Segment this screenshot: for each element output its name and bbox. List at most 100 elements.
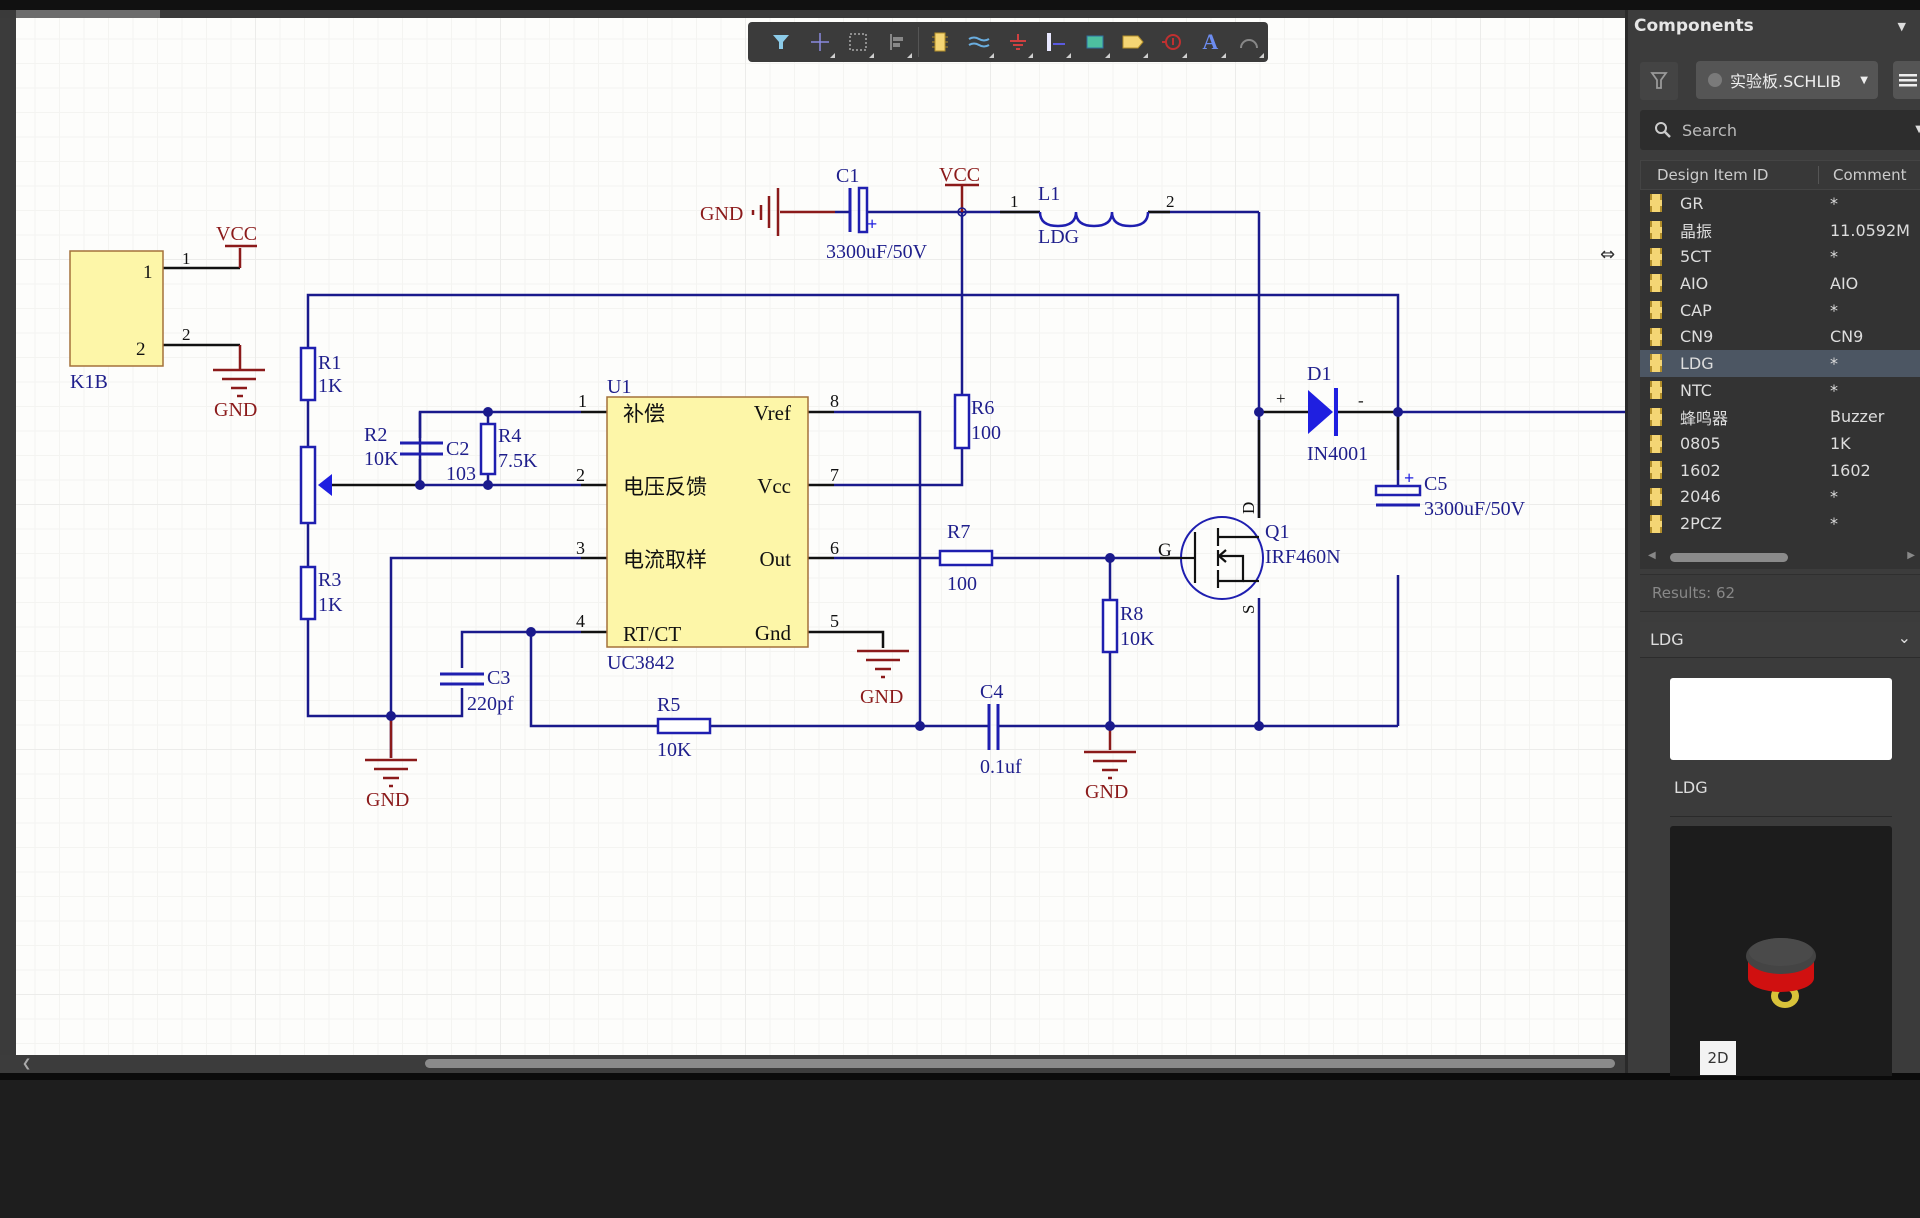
pot-body [299, 445, 317, 525]
toggle-2d-button[interactable]: 2D [1700, 1041, 1736, 1075]
component-symbol-icon [1650, 221, 1662, 240]
component-search-input[interactable]: Search ▼ [1640, 110, 1920, 150]
component-list-item[interactable]: 晶振 11.0592M [1640, 217, 1920, 244]
no-erc-button[interactable] [1152, 22, 1191, 62]
double-chevron-down-icon[interactable]: ⌄ [1898, 628, 1911, 647]
scroll-left-icon[interactable]: ◀ [1648, 550, 1656, 561]
r8-ref: R8 [1120, 603, 1143, 625]
symbol-preview [1670, 678, 1892, 760]
gnd-label: GND [700, 203, 743, 225]
move-tool-button[interactable] [801, 22, 840, 62]
design-item-id: CAP [1680, 300, 1712, 320]
component-symbol-icon [1650, 434, 1662, 453]
k1b-pin2-num: 2 [136, 339, 146, 360]
arc-icon [1239, 39, 1258, 49]
u1-pin4-num: 4 [576, 611, 585, 631]
junction-dots [386, 407, 1403, 731]
component-list-item[interactable]: CAP * [1640, 297, 1920, 324]
c3-ref: C3 [487, 667, 510, 689]
u1-pin1-name: 补偿 [623, 402, 665, 426]
column-header-comment[interactable]: Comment [1819, 166, 1907, 184]
horizontal-scrollbar[interactable]: ❮ [0, 1055, 1625, 1073]
scroll-left-icon[interactable]: ❮ [22, 1057, 31, 1070]
select-tool-button[interactable] [839, 22, 878, 62]
u1-pin6-num: 6 [830, 538, 839, 558]
component-list-item[interactable]: 2046 * [1640, 484, 1920, 511]
u1-value: UC3842 [607, 652, 675, 674]
l1-pin1-num: 1 [1010, 192, 1019, 211]
filter-icon [1650, 72, 1668, 89]
vcc-label: VCC [216, 223, 257, 245]
search-options-caret-icon[interactable]: ▼ [1915, 124, 1920, 135]
r7-ref: R7 [947, 521, 970, 543]
select-rect-icon [849, 33, 868, 51]
design-item-id: 晶振 [1680, 222, 1713, 242]
component-symbol-icon [1650, 461, 1662, 480]
c5-polarity: + [1404, 468, 1414, 488]
port-button[interactable] [1114, 22, 1153, 62]
list-scroll-thumb[interactable] [1670, 553, 1788, 562]
u1-pin2-num: 2 [576, 465, 585, 485]
place-bus-button[interactable] [1037, 22, 1076, 62]
place-text-button[interactable]: A [1191, 22, 1230, 62]
panel-menu-caret-icon[interactable]: ▼ [1898, 20, 1906, 33]
component-list-item[interactable]: 5CT * [1640, 243, 1920, 270]
align-icon [889, 34, 903, 50]
component-list-item[interactable]: 0805 1K [1640, 430, 1920, 457]
design-item-id: AIO [1680, 273, 1709, 293]
k1b-wire1-num: 1 [182, 249, 191, 268]
align-tool-button[interactable] [878, 22, 917, 62]
column-header-design-item-id[interactable]: Design Item ID [1641, 166, 1819, 184]
component-list-item[interactable]: GR * [1640, 190, 1920, 217]
component-comment: * [1830, 300, 1838, 320]
component-comment: AIO [1830, 273, 1859, 293]
scroll-right-icon[interactable]: ▶ [1907, 550, 1915, 561]
panel-filter-button[interactable] [1640, 62, 1678, 100]
active-bar-toolbar: A [748, 22, 1268, 62]
panel-menu-button[interactable] [1893, 61, 1920, 99]
place-part-button[interactable] [921, 22, 960, 62]
components-panel: Components ▼ 实验板.SCHLIB ▼ Search ▼ Desig… [1625, 10, 1920, 1076]
sheet-symbol-button[interactable] [1075, 22, 1114, 62]
list-horizontal-scrollbar[interactable]: ◀ ▶ [1640, 547, 1920, 569]
r1-value: 1K [318, 375, 343, 397]
inductor-3d-model [1746, 938, 1816, 1008]
power-port-button[interactable] [998, 22, 1037, 62]
r5-value: 10K [657, 739, 692, 761]
place-wire-button[interactable] [960, 22, 999, 62]
component-comment: * [1830, 193, 1838, 213]
u1-pin1-num: 1 [578, 391, 587, 411]
gnd-label: GND [860, 686, 903, 708]
filter-tool-button[interactable] [762, 22, 801, 62]
component-comment: 1602 [1830, 460, 1871, 480]
r2-value: 10K [364, 448, 399, 470]
r5-body [656, 717, 712, 735]
component-list-item[interactable]: 蜂鸣器 Buzzer [1640, 404, 1920, 431]
component-list-item[interactable]: 2PCZ * [1640, 510, 1920, 537]
search-placeholder: Search [1682, 120, 1737, 140]
component-symbol-icon [1650, 247, 1662, 266]
component-list-item[interactable]: 1602 1602 [1640, 457, 1920, 484]
components-grid-header: Design Item ID Comment [1640, 160, 1920, 190]
design-item-id: GR [1680, 193, 1704, 213]
u1-pin5-num: 5 [830, 611, 839, 631]
k1b-ref: K1B [70, 371, 108, 393]
component-list-item[interactable]: CN9 CN9 [1640, 323, 1920, 350]
footprint-3d-preview[interactable]: 2D [1670, 826, 1892, 1076]
library-name: 实验板.SCHLIB [1730, 72, 1842, 91]
text-icon: A [1202, 29, 1219, 54]
component-list-item[interactable]: LDG * [1640, 350, 1920, 377]
component-detail-header[interactable]: LDG ⌄ [1640, 622, 1920, 658]
place-arc-button[interactable] [1230, 22, 1269, 62]
sheet-symbol-icon [1086, 35, 1104, 49]
component-list-item[interactable]: AIO AIO [1640, 270, 1920, 297]
u1-pin4-name: RT/CT [623, 622, 681, 646]
horizontal-scroll-thumb[interactable] [425, 1059, 1615, 1068]
component-symbol-icon [1650, 194, 1662, 213]
gnd-label: GND [366, 789, 409, 811]
library-select[interactable]: 实验板.SCHLIB ▼ [1696, 61, 1878, 99]
design-item-id: CN9 [1680, 327, 1714, 347]
design-item-id: NTC [1680, 380, 1712, 400]
component-list-item[interactable]: NTC * [1640, 377, 1920, 404]
chevron-down-icon: ▼ [1860, 75, 1868, 86]
